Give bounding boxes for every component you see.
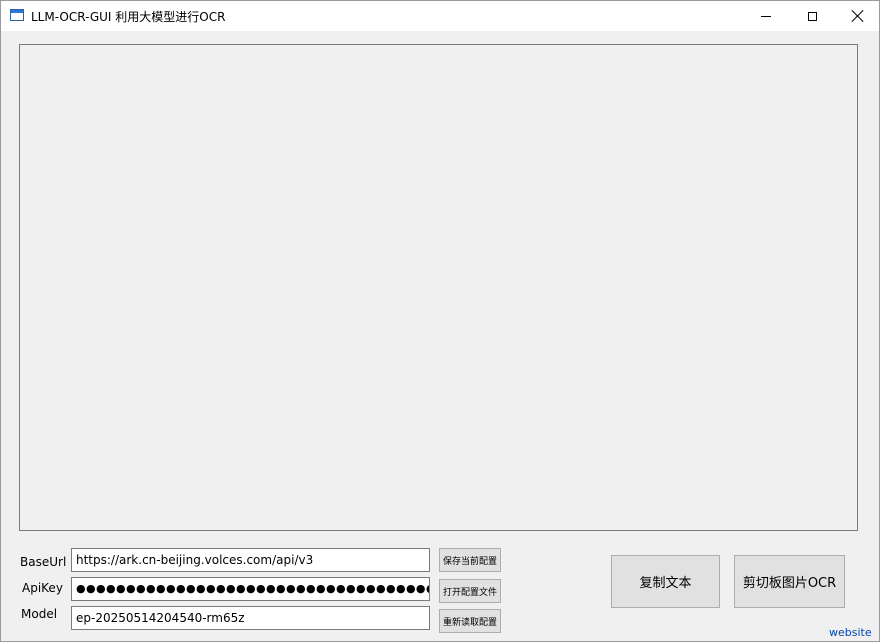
open-config-button[interactable]: 打开配置文件 bbox=[439, 579, 501, 603]
api-key-input[interactable]: ●●●●●●●●●●●●●●●●●●●●●●●●●●●●●●●●●●●● bbox=[71, 577, 430, 601]
maximize-icon bbox=[807, 11, 817, 21]
website-link[interactable]: website bbox=[829, 626, 872, 639]
reload-config-button[interactable]: 重新读取配置 bbox=[439, 609, 501, 633]
close-button[interactable] bbox=[835, 1, 880, 31]
maximize-button[interactable] bbox=[789, 1, 835, 31]
title-bar[interactable]: LLM-OCR-GUI 利用大模型进行OCR bbox=[1, 1, 879, 31]
clipboard-ocr-button[interactable]: 剪切板图片OCR bbox=[734, 555, 845, 608]
model-label: Model bbox=[21, 607, 58, 621]
close-icon bbox=[852, 10, 864, 22]
save-config-button[interactable]: 保存当前配置 bbox=[439, 548, 501, 572]
ocr-output-textarea[interactable] bbox=[19, 44, 858, 531]
window-title: LLM-OCR-GUI 利用大模型进行OCR bbox=[31, 10, 226, 24]
model-input[interactable]: ep-20250514204540-rm65z bbox=[71, 606, 430, 630]
base-url-label: BaseUrl bbox=[20, 555, 67, 569]
minimize-button[interactable] bbox=[743, 1, 789, 31]
minimize-icon bbox=[761, 15, 771, 17]
window-icon bbox=[10, 9, 24, 21]
app-window: LLM-OCR-GUI 利用大模型进行OCR BaseUrl https://a… bbox=[0, 0, 880, 642]
api-key-label: ApiKey bbox=[22, 581, 63, 595]
copy-text-button[interactable]: 复制文本 bbox=[611, 555, 720, 608]
base-url-input[interactable]: https://ark.cn-beijing.volces.com/api/v3 bbox=[71, 548, 430, 572]
